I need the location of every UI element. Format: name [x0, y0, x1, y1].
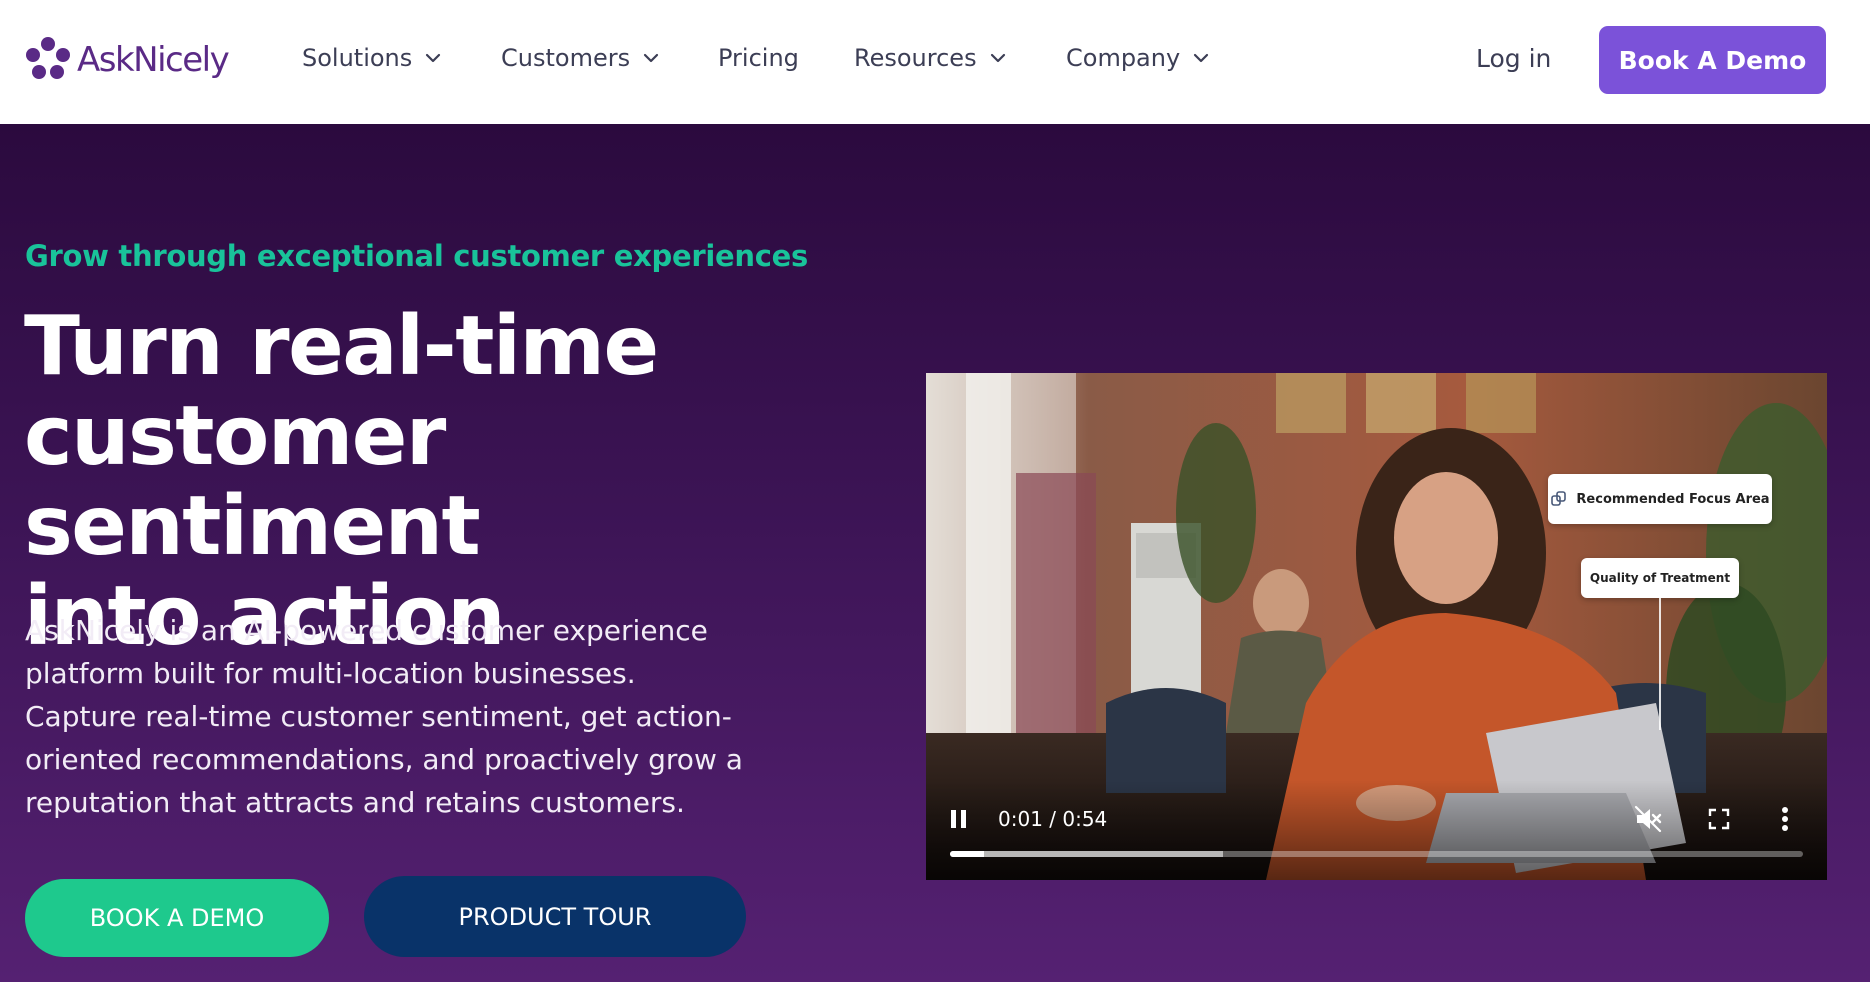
overlay-tag-quality-of-treatment: Quality of Treatment [1581, 558, 1739, 598]
headline-line: Turn real-time [24, 299, 659, 394]
hero-section: Grow through exceptional customer experi… [0, 124, 1870, 982]
description-line: AskNicely is an AI-powered customer expe… [25, 614, 708, 647]
more-vertical-icon[interactable] [1781, 806, 1789, 832]
fullscreen-icon[interactable] [1708, 808, 1730, 830]
chevron-down-icon [990, 53, 1005, 63]
top-navigation: AskNicely Solutions Customers Pricing Re… [0, 0, 1870, 124]
overlay-tag-label: Recommended Focus Area [1576, 491, 1770, 507]
progress-played [950, 851, 985, 857]
description-line: platform built for multi-location busine… [25, 657, 636, 690]
product-tour-button[interactable]: PRODUCT TOUR [364, 876, 746, 957]
nav-solutions[interactable]: Solutions [302, 44, 442, 72]
nav-company[interactable]: Company [1066, 44, 1210, 72]
nav-pricing[interactable]: Pricing [718, 44, 799, 72]
logo-wordmark: AskNicely [77, 40, 230, 80]
overlay-tag-label: Quality of Treatment [1589, 571, 1731, 585]
video-time-display: 0:01 / 0:54 [998, 807, 1108, 831]
chevron-down-icon [426, 53, 441, 63]
video-progress-bar[interactable] [950, 851, 1803, 857]
video-controls: 0:01 / 0:54 [926, 780, 1827, 880]
description-line: Capture real-time customer sentiment, ge… [25, 700, 732, 733]
hero-video-player[interactable]: Recommended Focus Area Quality of Treatm… [926, 373, 1827, 880]
nav-label: Customers [501, 44, 631, 72]
nav-label: Company [1066, 44, 1181, 72]
pause-icon[interactable] [948, 808, 970, 830]
logo-flower-icon [26, 37, 70, 79]
nav-label: Resources [854, 44, 977, 72]
link-icon [1551, 491, 1567, 506]
book-demo-button[interactable]: Book A Demo [1599, 26, 1826, 94]
chevron-down-icon [1194, 53, 1209, 63]
overlay-tag-recommended-focus-area: Recommended Focus Area [1548, 474, 1772, 524]
nav-customers[interactable]: Customers [501, 44, 660, 72]
login-link[interactable]: Log in [1476, 44, 1551, 73]
hero-headline: Turn real-time customer sentiment into a… [24, 302, 924, 662]
headline-line: customer sentiment [24, 389, 481, 574]
overlay-connector-line [1659, 598, 1661, 730]
muted-speaker-icon[interactable] [1633, 804, 1663, 834]
nav-label: Solutions [302, 44, 413, 72]
hero-eyebrow: Grow through exceptional customer experi… [25, 239, 808, 273]
nav-label: Pricing [718, 44, 799, 72]
hero-description: AskNicely is an AI-powered customer expe… [25, 609, 785, 824]
description-line: reputation that attracts and retains cus… [25, 786, 685, 819]
progress-buffered [950, 851, 1223, 857]
description-line: oriented recommendations, and proactivel… [25, 743, 743, 776]
book-a-demo-cta-button[interactable]: BOOK A DEMO [25, 879, 329, 957]
chevron-down-icon [643, 53, 659, 63]
nav-resources[interactable]: Resources [854, 44, 1007, 72]
asknicely-logo[interactable]: AskNicely [22, 34, 230, 86]
